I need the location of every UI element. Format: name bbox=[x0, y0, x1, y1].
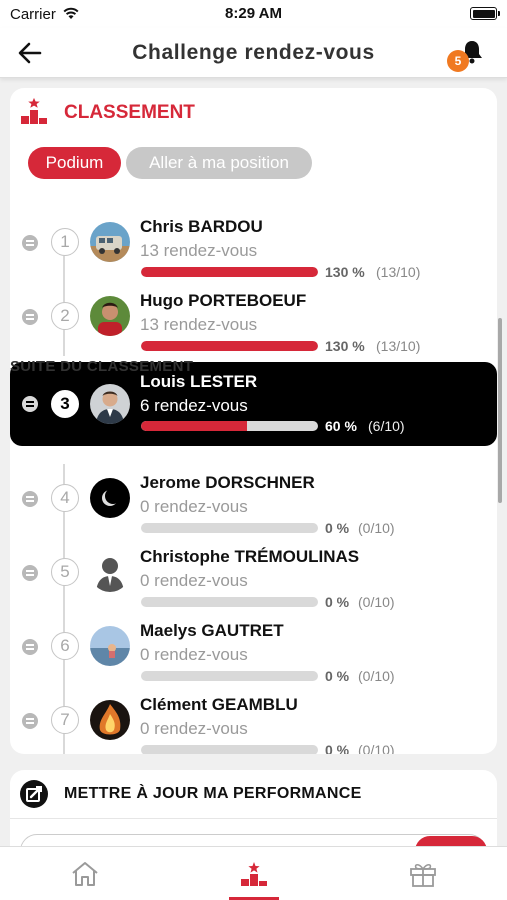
meeting-count: 13 rendez-vous bbox=[140, 241, 258, 260]
progress-fraction: (0/10) bbox=[358, 742, 395, 754]
rank-unchanged-icon bbox=[22, 713, 38, 729]
participant-name: Maelys GAUTRET bbox=[140, 621, 284, 640]
progress-percent: 130 % bbox=[325, 264, 365, 280]
meeting-count: 6 rendez-vous bbox=[140, 396, 248, 415]
divider bbox=[10, 818, 497, 819]
progress-bar bbox=[141, 523, 318, 533]
tab-bar bbox=[0, 846, 507, 900]
tab-ranking[interactable] bbox=[169, 847, 338, 900]
meeting-count: 13 rendez-vous bbox=[140, 315, 258, 334]
ranking-row-7[interactable]: 7 Clément GEAMBLU 0 rendez-vous 0 % (0/10) bbox=[10, 686, 497, 754]
ranking-row-2[interactable]: 2 Hugo PORTEBOEUF 13 rendez-vous 130 % (13/1… bbox=[10, 282, 497, 356]
rank-unchanged-icon bbox=[22, 639, 38, 655]
progress-bar bbox=[141, 597, 318, 607]
meeting-count: 0 rendez-vous bbox=[140, 645, 248, 664]
rank-unchanged-icon bbox=[22, 565, 38, 581]
meeting-count: 0 rendez-vous bbox=[140, 719, 248, 738]
participant-name: Hugo PORTEBOEUF bbox=[140, 291, 307, 310]
status-bar: Carrier 8:29 AM bbox=[0, 0, 507, 28]
ranking-card: CLASSEMENT Podium Aller à ma position 1 C… bbox=[10, 88, 497, 754]
avatar bbox=[90, 700, 130, 740]
avatar bbox=[90, 626, 130, 666]
participant-name: Jerome DORSCHNER bbox=[140, 473, 315, 492]
rank-number: 4 bbox=[51, 484, 79, 512]
progress-fill bbox=[141, 421, 248, 431]
progress-percent: 60 % bbox=[325, 418, 357, 434]
meeting-count: 0 rendez-vous bbox=[140, 571, 248, 590]
rank-number: 5 bbox=[51, 558, 79, 586]
avatar bbox=[90, 552, 130, 592]
progress-percent: 0 % bbox=[325, 742, 350, 754]
progress-bar bbox=[141, 267, 318, 277]
notification-badge[interactable]: 5 bbox=[447, 50, 469, 72]
home-icon bbox=[72, 862, 98, 886]
rank-number: 7 bbox=[51, 706, 79, 734]
participant-name: Clément GEAMBLU bbox=[140, 695, 298, 714]
rank-unchanged-icon bbox=[22, 396, 38, 412]
nav-bar: Challenge rendez-vous 5 bbox=[0, 28, 507, 78]
avatar bbox=[90, 384, 130, 424]
progress-bar bbox=[141, 341, 318, 351]
ranking-title: CLASSEMENT bbox=[64, 102, 195, 123]
rank-number: 3 bbox=[51, 390, 79, 418]
progress-bar bbox=[141, 671, 318, 681]
progress-fraction: (13/10) bbox=[376, 264, 421, 280]
rank-number: 2 bbox=[51, 302, 79, 330]
progress-percent: 0 % bbox=[325, 520, 350, 536]
podium-tab-icon bbox=[241, 862, 267, 886]
progress-fill bbox=[141, 341, 318, 351]
progress-bar bbox=[141, 745, 318, 754]
clock: 8:29 AM bbox=[225, 5, 282, 22]
ranking-row-6[interactable]: 6 Maelys GAUTRET 0 rendez-vous 0 % (0/10) bbox=[10, 612, 497, 686]
tab-home[interactable] bbox=[0, 847, 169, 900]
progress-fraction: (0/10) bbox=[358, 520, 395, 536]
progress-percent: 130 % bbox=[325, 338, 365, 354]
battery-icon bbox=[470, 7, 500, 20]
progress-fill bbox=[141, 267, 318, 277]
ranking-row-1[interactable]: 1 Chris BARDOU 13 rendez-vous 130 % (13/10) bbox=[10, 208, 497, 282]
participant-name: Christophe TRÉMOULINAS bbox=[140, 547, 360, 566]
progress-percent: 0 % bbox=[325, 668, 350, 684]
rank-unchanged-icon bbox=[22, 235, 38, 251]
performance-title: METTRE À JOUR MA PERFORMANCE bbox=[64, 785, 362, 802]
progress-bar bbox=[141, 421, 318, 431]
podium-tab[interactable]: Podium bbox=[28, 147, 121, 179]
go-to-position-tab[interactable]: Aller à ma position bbox=[126, 147, 312, 179]
page-title: Challenge rendez-vous bbox=[132, 41, 375, 64]
progress-fraction: (0/10) bbox=[358, 594, 395, 610]
rank-number: 1 bbox=[51, 228, 79, 256]
edit-icon bbox=[20, 780, 48, 808]
ranking-row-5[interactable]: 5 Christophe TRÉMOULINAS 0 rendez-vous 0 % (… bbox=[10, 538, 497, 612]
scrollbar[interactable] bbox=[498, 318, 502, 503]
rank-number: 6 bbox=[51, 632, 79, 660]
tab-rewards[interactable] bbox=[338, 847, 507, 900]
participant-name: Chris BARDOU bbox=[140, 217, 263, 236]
progress-fraction: (13/10) bbox=[376, 338, 421, 354]
avatar bbox=[90, 222, 130, 262]
avatar bbox=[90, 296, 130, 336]
progress-fraction: (6/10) bbox=[368, 418, 405, 434]
participant-name: Louis LESTER bbox=[140, 372, 258, 391]
ranking-row-4[interactable]: 4 Jerome DORSCHNER 0 rendez-vous 0 % (0/10) bbox=[10, 464, 497, 538]
podium-icon bbox=[21, 98, 47, 124]
ranking-continuation-label: SUITE DU CLASSEMENT bbox=[10, 358, 194, 375]
progress-fraction: (0/10) bbox=[358, 668, 395, 684]
timeline-line bbox=[63, 256, 65, 282]
avatar bbox=[90, 478, 130, 518]
rank-unchanged-icon bbox=[22, 491, 38, 507]
meeting-count: 0 rendez-vous bbox=[140, 497, 248, 516]
progress-percent: 0 % bbox=[325, 594, 350, 610]
rank-unchanged-icon bbox=[22, 309, 38, 325]
gift-icon bbox=[410, 863, 436, 887]
